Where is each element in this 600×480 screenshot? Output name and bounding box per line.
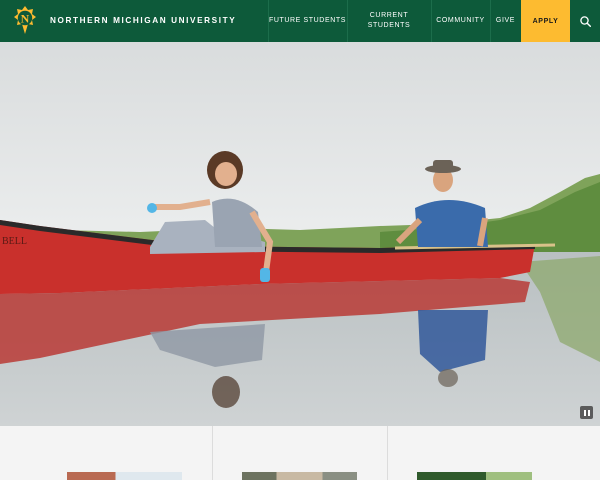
card-thumbnail[interactable]	[67, 472, 182, 480]
card-divider	[212, 426, 213, 480]
hero-video: BELL	[0, 42, 600, 426]
man-shirt	[415, 200, 488, 247]
card-thumbnail[interactable]	[417, 472, 532, 480]
site-header: N NORTHERN MICHIGAN UNIVERSITY FUTURE ST…	[0, 0, 600, 42]
nav-current-students[interactable]: CURRENT STUDENTS	[347, 0, 431, 42]
woman-glove-left	[147, 203, 157, 213]
woman-head-reflection	[212, 376, 240, 408]
svg-text:N: N	[21, 12, 30, 26]
university-name[interactable]: NORTHERN MICHIGAN UNIVERSITY	[50, 16, 236, 25]
woman-glove-right	[260, 268, 270, 282]
nav-current-students-line1: CURRENT	[369, 12, 409, 19]
man-hat	[433, 160, 453, 170]
nav-future-students[interactable]: FUTURE STUDENTS	[268, 0, 347, 42]
nav-give[interactable]: GIVE	[490, 0, 521, 42]
nav-current-students-line2: STUDENTS	[367, 22, 411, 29]
nmu-logo-icon[interactable]: N	[14, 6, 36, 34]
nav-community[interactable]: COMMUNITY	[431, 0, 490, 42]
hero-canoe-scene: BELL	[0, 42, 600, 426]
card-thumbnail[interactable]	[242, 472, 357, 480]
card-divider	[387, 426, 388, 480]
search-icon	[579, 15, 591, 27]
canoe-decal: BELL	[2, 236, 27, 247]
pause-button[interactable]	[580, 406, 593, 419]
woman-face	[215, 162, 237, 186]
search-button[interactable]	[570, 0, 600, 42]
pause-icon	[583, 409, 586, 416]
feature-cards	[0, 426, 600, 480]
man-head-reflection	[438, 369, 458, 387]
apply-button[interactable]: APPLY	[521, 0, 570, 42]
